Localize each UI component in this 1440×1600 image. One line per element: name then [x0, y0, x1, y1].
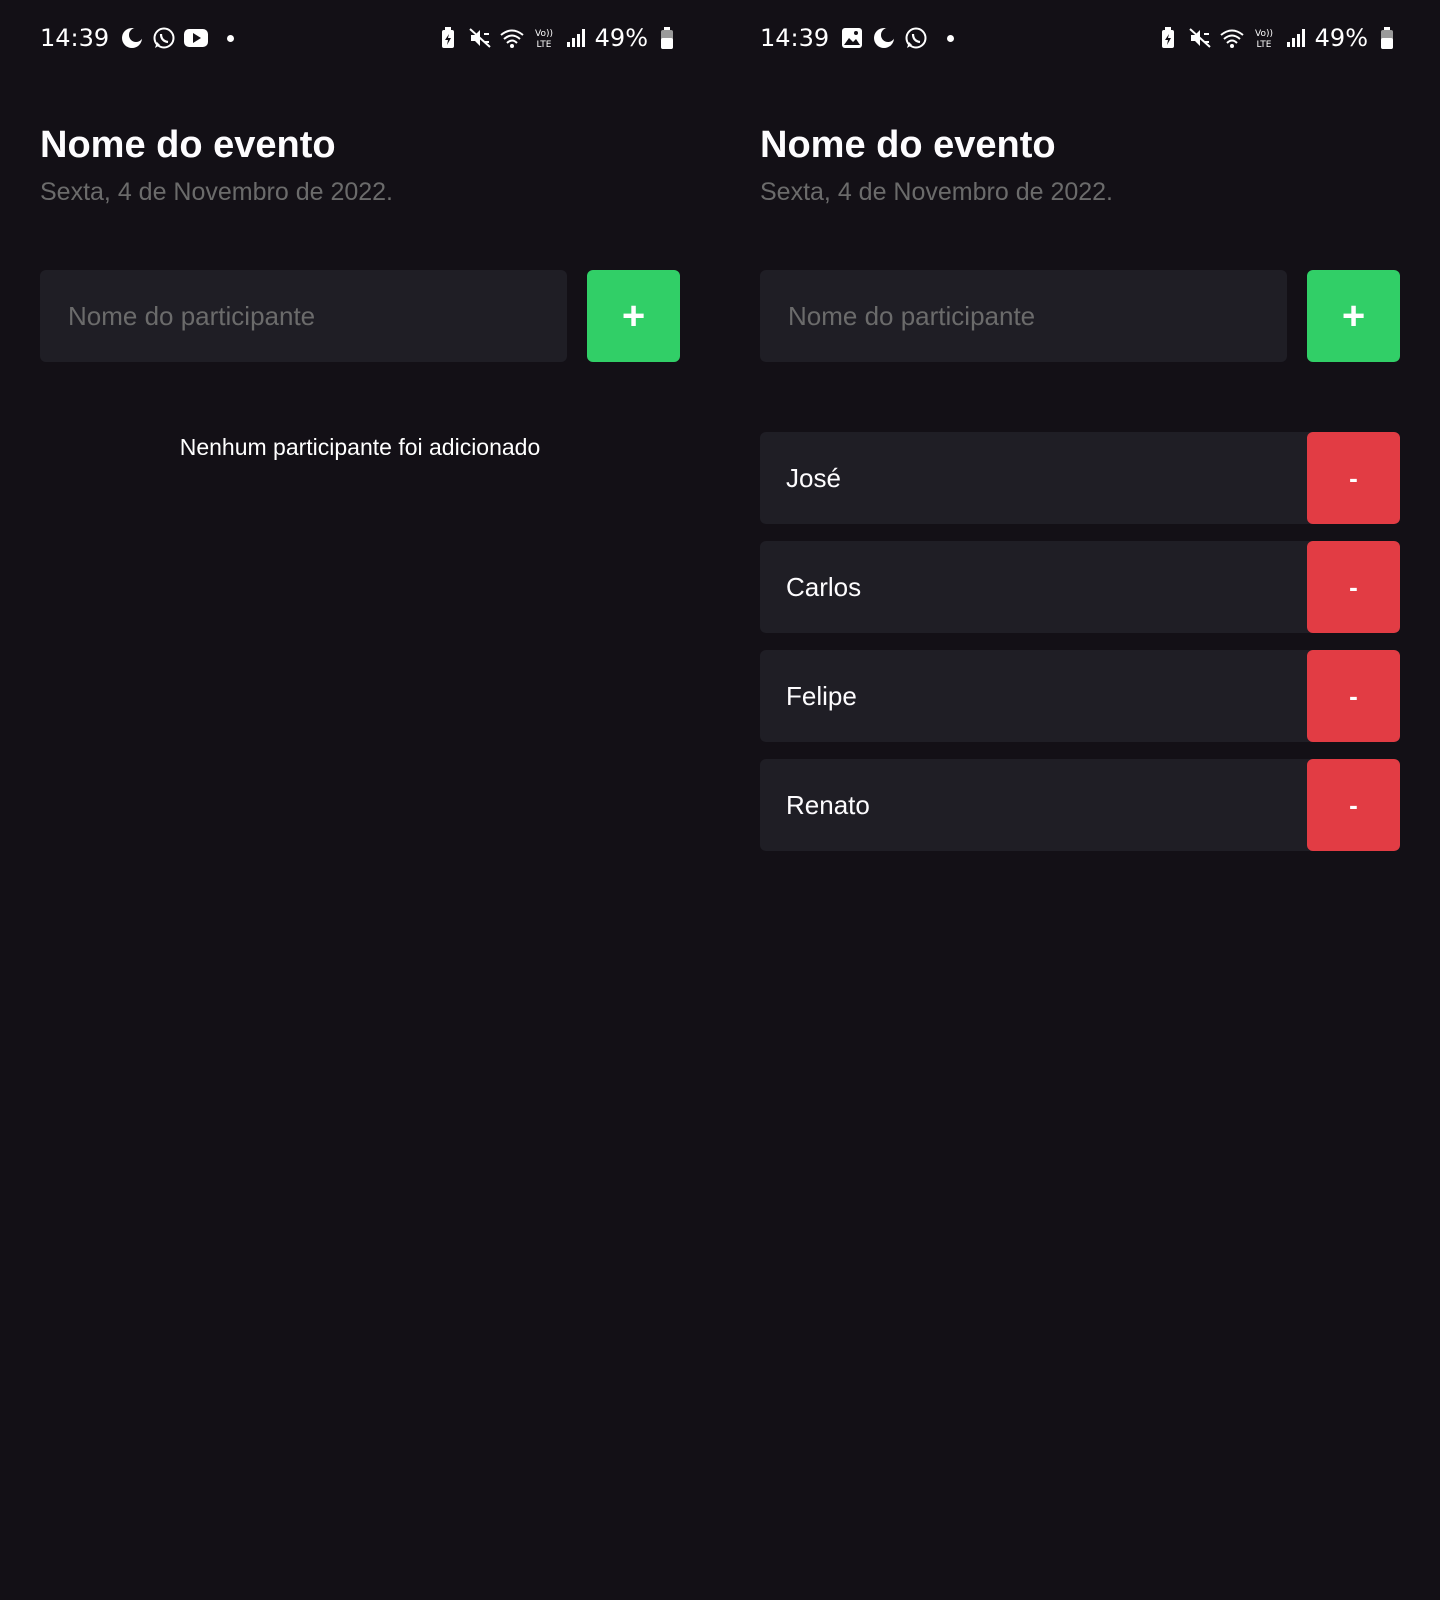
add-participant-button[interactable]: + — [1307, 270, 1400, 362]
wifi-icon — [499, 25, 525, 51]
participant-name-field[interactable] — [40, 270, 567, 362]
notification-dot-icon — [947, 34, 955, 42]
screen-empty-state: 14:39 Vo)) LTE 49% Nome do evento Sexta,… — [0, 0, 720, 1600]
mute-icon — [1187, 25, 1213, 51]
screen-with-participants: 14:39 Vo)) LTE 49% Nome do evento Sexta,… — [720, 0, 1440, 1600]
mute-icon — [467, 25, 493, 51]
moon-icon — [119, 25, 145, 51]
event-date: Sexta, 4 de Novembro de 2022. — [40, 178, 394, 206]
status-bar-left: 14:39 — [40, 24, 235, 52]
participant-item: Felipe - — [760, 650, 1400, 742]
battery-icon — [1374, 25, 1400, 51]
svg-text:LTE: LTE — [536, 40, 551, 50]
youtube-icon — [183, 25, 209, 51]
participant-list: José - Carlos - Felipe - Renato - — [760, 432, 1400, 868]
volte-icon: Vo)) LTE — [531, 25, 557, 51]
notification-dot-icon — [227, 34, 235, 42]
svg-text:LTE: LTE — [1256, 40, 1271, 50]
event-title: Nome do evento — [40, 124, 336, 166]
signal-icon — [563, 25, 589, 51]
status-time: 14:39 — [760, 24, 830, 52]
event-title: Nome do evento — [760, 124, 1056, 166]
status-time: 14:39 — [40, 24, 110, 52]
participant-name-input[interactable] — [66, 299, 567, 333]
battery-saver-icon — [435, 25, 461, 51]
moon-icon — [871, 25, 897, 51]
status-bar-right: Vo)) LTE 49% — [435, 24, 680, 52]
participant-name: Felipe — [786, 680, 857, 711]
whatsapp-icon — [903, 25, 929, 51]
remove-participant-button[interactable]: - — [1307, 759, 1400, 851]
add-participant-button[interactable]: + — [587, 270, 680, 362]
remove-participant-button[interactable]: - — [1307, 541, 1400, 633]
status-bar: 14:39 Vo)) LTE 49% — [760, 18, 1400, 58]
participant-item: Renato - — [760, 759, 1400, 851]
svg-text:Vo)): Vo)) — [1255, 29, 1273, 39]
whatsapp-icon — [151, 25, 177, 51]
svg-text:Vo)): Vo)) — [535, 29, 553, 39]
participant-name: Carlos — [786, 571, 862, 602]
participant-name-field[interactable] — [760, 270, 1287, 362]
battery-saver-icon — [1155, 25, 1181, 51]
battery-percentage: 49% — [1314, 24, 1368, 52]
battery-icon — [654, 25, 680, 51]
wifi-icon — [1219, 25, 1245, 51]
signal-icon — [1283, 25, 1309, 51]
participant-name: José — [786, 462, 841, 493]
empty-list-message: Nenhum participante foi adicionado — [179, 434, 541, 460]
status-bar-left: 14:39 — [760, 24, 955, 52]
participant-name-input[interactable] — [786, 299, 1287, 333]
event-date: Sexta, 4 de Novembro de 2022. — [760, 178, 1114, 206]
remove-participant-button[interactable]: - — [1307, 432, 1400, 524]
participant-name: Renato — [786, 789, 870, 820]
status-bar-right: Vo)) LTE 49% — [1155, 24, 1400, 52]
gallery-icon — [839, 25, 865, 51]
participant-item: José - — [760, 432, 1400, 524]
status-bar: 14:39 Vo)) LTE 49% — [40, 18, 680, 58]
volte-icon: Vo)) LTE — [1251, 25, 1277, 51]
participant-item: Carlos - — [760, 541, 1400, 633]
remove-participant-button[interactable]: - — [1307, 650, 1400, 742]
battery-percentage: 49% — [594, 24, 648, 52]
